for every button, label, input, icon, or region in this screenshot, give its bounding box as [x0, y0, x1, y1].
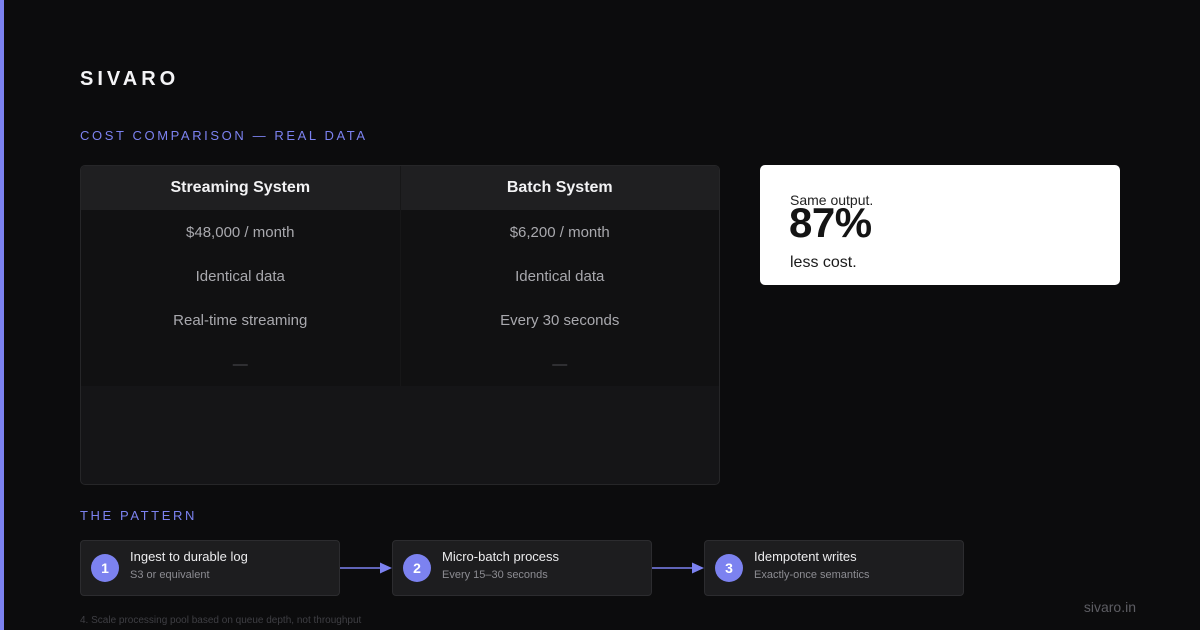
table-row: $48,000 / month $6,200 / month [81, 210, 719, 254]
pattern-footnote: 4. Scale processing pool based on queue … [80, 615, 362, 626]
table-cell: Real-time streaming [81, 298, 400, 342]
pattern-step-idempotent-writes: 3 Idempotent writes Exactly-once semanti… [704, 540, 964, 596]
step-subtitle: Exactly-once semantics [754, 569, 870, 581]
step-number-badge: 3 [715, 554, 743, 582]
stat-post-text: less cost. [790, 254, 857, 271]
step-subtitle: S3 or equivalent [130, 569, 210, 581]
stat-value: 87% [789, 199, 872, 246]
table-cell: Identical data [81, 254, 400, 298]
pattern-section-label: THE PATTERN [80, 508, 197, 523]
table-cell: $6,200 / month [399, 210, 719, 254]
table-row: Identical data Identical data [81, 254, 719, 298]
step-number-badge: 2 [403, 554, 431, 582]
pattern-step-micro-batch: 2 Micro-batch process Every 15–30 second… [392, 540, 652, 596]
step-title: Idempotent writes [754, 549, 857, 564]
table-row: — — [81, 342, 719, 386]
arrow-right-icon [340, 562, 392, 574]
table-row: Real-time streaming Every 30 seconds [81, 298, 719, 342]
savings-stat-card: Same output. 87% less cost. [760, 165, 1120, 285]
step-subtitle: Every 15–30 seconds [442, 569, 548, 581]
table-cell: — [81, 342, 400, 386]
step-number-badge: 1 [91, 554, 119, 582]
accent-bar [0, 0, 4, 630]
table-cell: $48,000 / month [81, 210, 400, 254]
column-header-batch: Batch System [399, 166, 719, 210]
column-header-streaming: Streaming System [81, 166, 400, 210]
table-cell: — [399, 342, 719, 386]
table-cell: Every 30 seconds [399, 298, 719, 342]
pattern-step-ingest: 1 Ingest to durable log S3 or equivalent [80, 540, 340, 596]
table-header-row: Streaming System Batch System [81, 166, 719, 210]
brand-logo: SIVARO [80, 68, 180, 90]
cost-comparison-table: Streaming System Batch System $48,000 / … [80, 165, 720, 485]
step-title: Ingest to durable log [130, 549, 248, 564]
step-title: Micro-batch process [442, 549, 560, 564]
arrow-right-icon [652, 562, 704, 574]
footer-site-link[interactable]: sivaro.in [1084, 599, 1136, 615]
table-cell: Identical data [399, 254, 719, 298]
cost-section-label: COST COMPARISON — REAL DATA [80, 128, 368, 143]
